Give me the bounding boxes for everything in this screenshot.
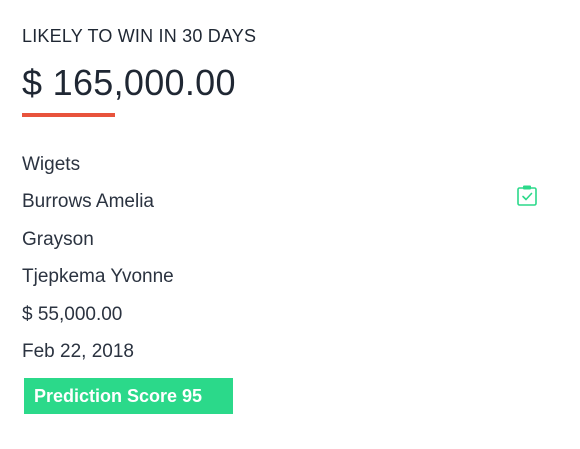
deal-date: Feb 22, 2018	[22, 334, 542, 372]
deal-value-text: $ 55,000.00	[22, 303, 123, 325]
clipboard-check-icon[interactable]	[516, 184, 538, 206]
account-name-text: Grayson	[22, 228, 94, 250]
owner-name: Tjepkema Yvonne	[22, 259, 542, 297]
owner-name-text: Tjepkema Yvonne	[22, 266, 174, 288]
deal-date-text: Feb 22, 2018	[22, 341, 134, 363]
contact-name-text: Burrows Amelia	[22, 191, 154, 213]
company-name: Wigets	[22, 146, 542, 184]
deal-details: Wigets Burrows Amelia Grayson Tjepkema Y…	[22, 146, 542, 371]
contact-name: Burrows Amelia	[22, 184, 542, 222]
section-title: LIKELY TO WIN IN 30 DAYS	[22, 26, 257, 46]
deal-value: $ 55,000.00	[22, 296, 542, 334]
prediction-score-badge: Prediction Score 95	[24, 378, 233, 414]
amount-underline	[22, 113, 115, 117]
account-name: Grayson	[22, 221, 542, 259]
total-amount: $ 165,000.00	[22, 62, 236, 103]
deal-card: LIKELY TO WIN IN 30 DAYS $ 165,000.00 Wi…	[0, 0, 580, 449]
company-name-text: Wigets	[22, 153, 81, 175]
